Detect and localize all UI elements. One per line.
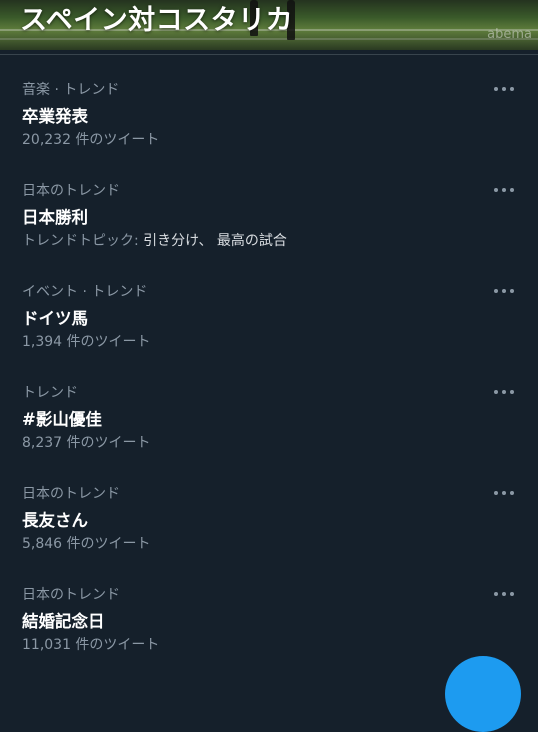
trend-tweet-count: 20,232 件のツイート xyxy=(22,132,160,148)
trend-category: 音楽 · トレンド xyxy=(22,82,120,98)
trend-topic: ドイツ馬 xyxy=(22,309,88,328)
related-topics-links[interactable]: 引き分け、 最高の試合 xyxy=(143,233,287,249)
trend-topic: 日本勝利 xyxy=(22,208,88,227)
trend-item[interactable]: 音楽 · トレンド 卒業発表 20,232 件のツイート xyxy=(0,55,538,156)
more-dot xyxy=(510,289,514,293)
trend-category: 日本のトレンド xyxy=(22,486,120,502)
trend-item[interactable]: 日本のトレンド 結婚記念日 11,031 件のツイート xyxy=(0,560,538,661)
trend-tweet-count: 5,846 件のツイート xyxy=(22,536,151,552)
more-dot xyxy=(502,491,506,495)
more-dot xyxy=(510,491,514,495)
more-button[interactable] xyxy=(494,85,514,93)
more-button[interactable] xyxy=(494,489,514,497)
trend-list: 音楽 · トレンド 卒業発表 20,232 件のツイート 日本のトレンド 日本勝… xyxy=(0,55,538,661)
trend-related-topics: トレンドトピック: 引き分け、 最高の試合 xyxy=(22,230,287,250)
more-dot xyxy=(494,491,498,495)
trend-item[interactable]: イベント · トレンド ドイツ馬 1,394 件のツイート xyxy=(0,257,538,358)
more-dot xyxy=(510,188,514,192)
more-dot xyxy=(502,188,506,192)
more-dot xyxy=(494,87,498,91)
trend-category: 日本のトレンド xyxy=(22,183,120,199)
trend-tweet-count: 1,394 件のツイート xyxy=(22,334,151,350)
more-dot xyxy=(494,289,498,293)
trend-item[interactable]: 日本のトレンド 長友さん 5,846 件のツイート xyxy=(0,459,538,560)
more-dot xyxy=(510,592,514,596)
trend-header-image[interactable]: スペイン対コスタリカ abema xyxy=(0,0,538,50)
more-dot xyxy=(494,188,498,192)
trend-category: 日本のトレンド xyxy=(22,587,120,603)
more-button[interactable] xyxy=(494,388,514,396)
more-button[interactable] xyxy=(494,186,514,194)
more-dot xyxy=(510,390,514,394)
more-dot xyxy=(502,289,506,293)
more-button[interactable] xyxy=(494,287,514,295)
trend-topic: 結婚記念日 xyxy=(22,612,105,631)
more-dot xyxy=(494,592,498,596)
trend-item[interactable]: トレンド #影山優佳 8,237 件のツイート xyxy=(0,358,538,459)
trend-topic: #影山優佳 xyxy=(22,410,102,429)
compose-tweet-button[interactable] xyxy=(445,656,521,732)
related-topics-label: トレンドトピック: xyxy=(22,233,144,249)
more-dot xyxy=(510,87,514,91)
more-dot xyxy=(502,592,506,596)
trend-tweet-count: 11,031 件のツイート xyxy=(22,637,160,653)
broadcaster-watermark: abema xyxy=(487,27,532,42)
trend-category: トレンド xyxy=(22,385,78,401)
more-dot xyxy=(494,390,498,394)
trend-tweet-count: 8,237 件のツイート xyxy=(22,435,151,451)
trend-item[interactable]: 日本のトレンド 日本勝利 トレンドトピック: 引き分け、 最高の試合 xyxy=(0,156,538,257)
field-line xyxy=(0,38,538,40)
trend-topic: 卒業発表 xyxy=(22,107,88,126)
trend-topic: 長友さん xyxy=(22,511,88,530)
more-button[interactable] xyxy=(494,590,514,598)
header-title: スペイン対コスタリカ xyxy=(20,5,294,36)
more-dot xyxy=(502,87,506,91)
more-dot xyxy=(502,390,506,394)
trend-category: イベント · トレンド xyxy=(22,284,148,300)
